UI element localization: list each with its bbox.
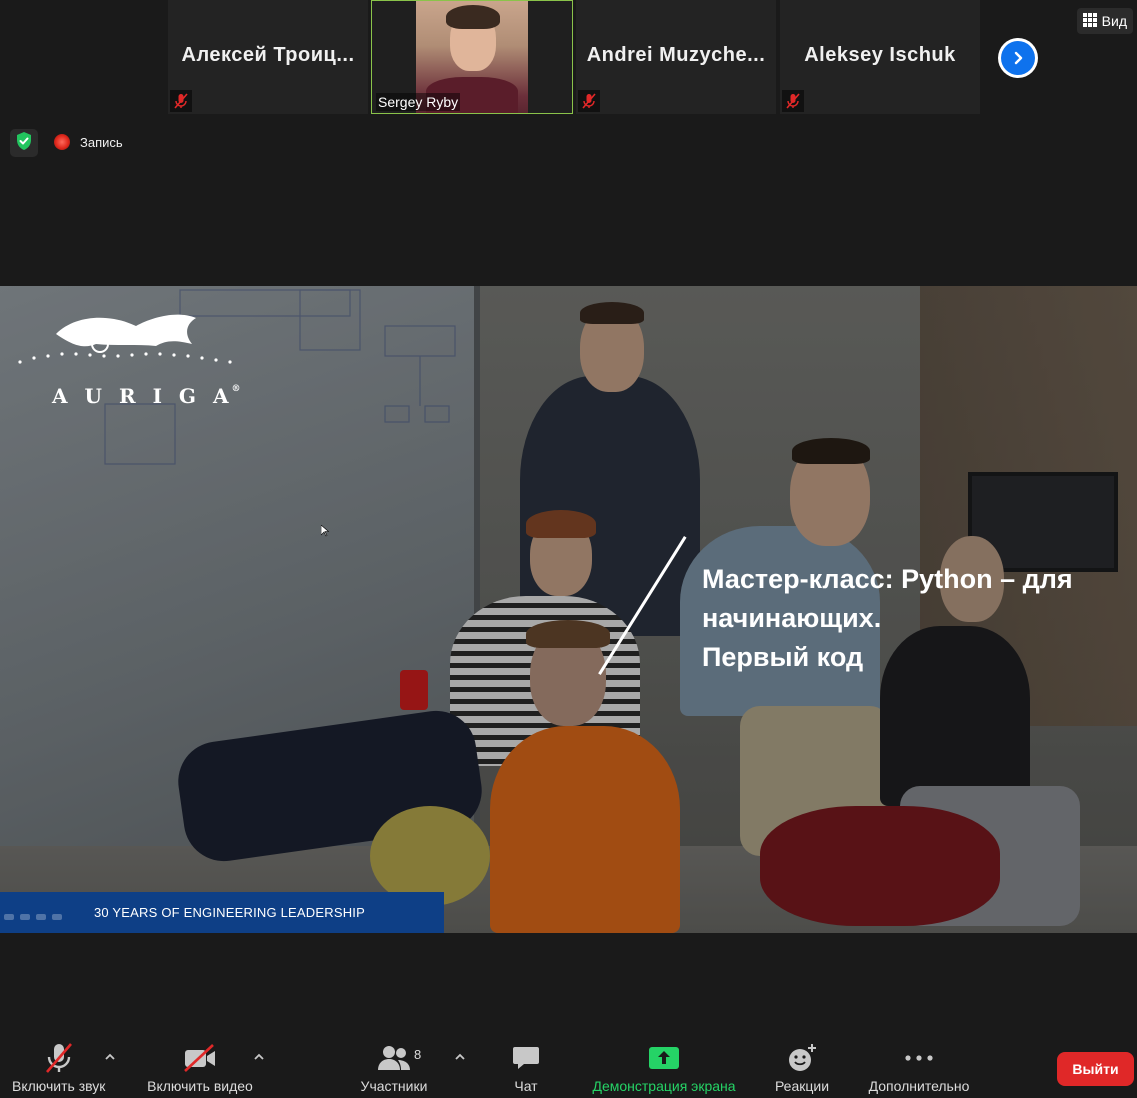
share-screen-icon xyxy=(586,1042,742,1074)
unmute-label: Включить звук xyxy=(12,1078,106,1094)
view-button[interactable]: Вид xyxy=(1076,8,1133,34)
mouse-cursor-icon xyxy=(320,524,330,542)
registered-mark: ® xyxy=(231,384,241,394)
participant-tile[interactable]: Алексей Троиц... xyxy=(168,0,368,114)
unmute-button[interactable]: Включить звук xyxy=(12,1042,105,1094)
start-video-label: Включить видео xyxy=(147,1078,253,1094)
mic-muted-icon xyxy=(170,90,192,112)
camera-off-icon xyxy=(142,1042,258,1074)
chat-button[interactable]: Чат xyxy=(506,1042,546,1094)
next-page-button[interactable] xyxy=(998,38,1038,78)
audio-options-chevron-icon[interactable] xyxy=(104,1048,116,1066)
participants-count: 8 xyxy=(414,1047,422,1062)
share-screen-label: Демонстрация экрана xyxy=(592,1078,736,1094)
start-video-button[interactable]: Включить видео xyxy=(142,1042,258,1094)
mic-muted-icon xyxy=(782,90,804,112)
more-button[interactable]: Дополнительно xyxy=(863,1042,975,1094)
more-label: Дополнительно xyxy=(868,1078,970,1094)
mic-muted-icon xyxy=(39,1042,79,1074)
emoji-plus-icon xyxy=(773,1042,831,1074)
leave-meeting-button[interactable]: Выйти xyxy=(1057,1052,1134,1086)
record-dot-icon xyxy=(54,134,70,150)
chevron-right-icon xyxy=(1001,41,1035,75)
chariot-logo-icon xyxy=(18,314,232,364)
auriga-logo: AURIGA® xyxy=(16,304,246,408)
recording-label: Запись xyxy=(80,134,123,150)
video-options-chevron-icon[interactable] xyxy=(253,1048,265,1066)
slide-banner: 30 YEARS OF ENGINEERING LEADERSHIP xyxy=(0,892,444,933)
participant-tile[interactable]: Andrei Muzyche... xyxy=(576,0,776,114)
mic-muted-icon xyxy=(578,90,600,112)
participant-name: Sergey Ryby xyxy=(376,93,461,111)
more-dots-icon xyxy=(863,1042,975,1074)
chat-bubble-icon xyxy=(506,1042,546,1074)
grid-icon xyxy=(1082,12,1097,30)
participant-name: Andrei Muzyche... xyxy=(586,44,766,66)
participant-name: Aleksey Ischuk xyxy=(804,44,956,66)
shared-screen: AURIGA® Мастер-класс: Python – для начин… xyxy=(0,286,1137,933)
zoom-meeting-window: Алексей Троиц... Sergey Ryby Andrei Muzy… xyxy=(0,0,1137,1098)
participant-tile-active-speaker[interactable]: Sergey Ryby xyxy=(371,0,573,114)
logo-text: AURIGA xyxy=(52,384,246,408)
view-button-label: Вид xyxy=(1101,13,1127,29)
shield-check-icon xyxy=(15,131,33,156)
participant-tile[interactable]: Aleksey Ischuk xyxy=(780,0,980,114)
slide-title: Мастер-класс: Python – для начинающих. П… xyxy=(702,564,1073,672)
slide-nav-tools[interactable] xyxy=(4,914,62,920)
security-button[interactable] xyxy=(10,129,38,157)
participants-options-chevron-icon[interactable] xyxy=(454,1048,466,1066)
reactions-label: Реакции xyxy=(774,1078,830,1094)
share-screen-button[interactable]: Демонстрация экрана xyxy=(586,1042,742,1094)
banner-text: 30 YEARS OF ENGINEERING LEADERSHIP xyxy=(94,905,365,920)
meeting-toolbar: Включить звук Включить видео Участники 8 xyxy=(0,1036,1137,1098)
chat-label: Чат xyxy=(514,1078,538,1094)
recording-indicator[interactable]: Запись xyxy=(54,134,123,150)
participants-label: Участники xyxy=(360,1078,428,1094)
participant-name: Алексей Троиц... xyxy=(181,44,355,66)
reactions-button[interactable]: Реакции xyxy=(773,1042,831,1094)
